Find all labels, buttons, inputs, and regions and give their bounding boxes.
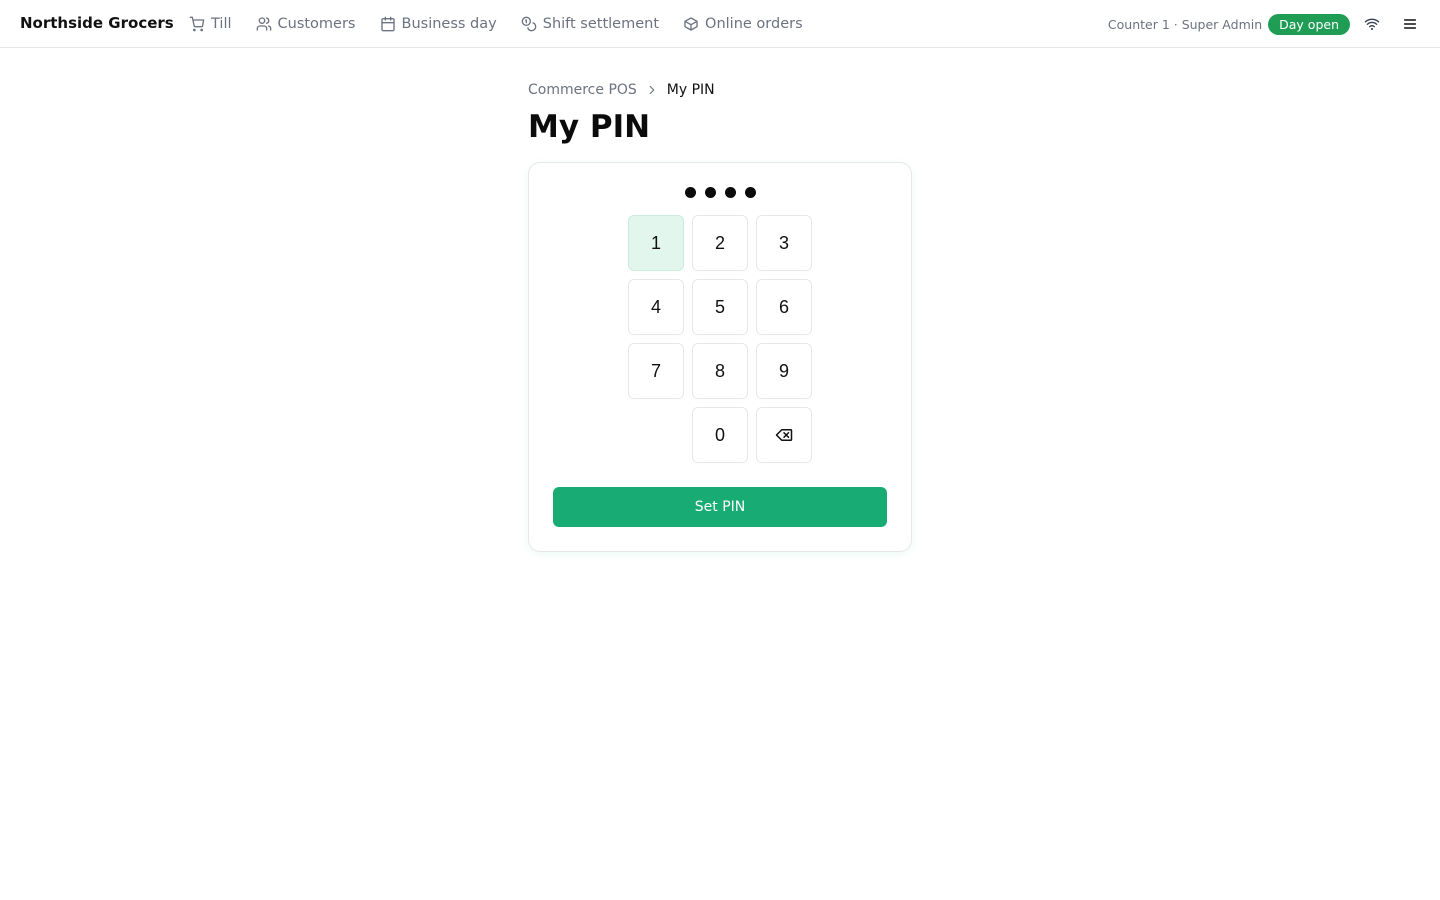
hamburger-menu-icon[interactable] — [1400, 14, 1420, 34]
pin-dot — [684, 187, 696, 198]
nav-label-till: Till — [211, 16, 232, 32]
main-content: Commerce POS My PIN My PIN 1 2 3 4 5 6 7… — [528, 80, 912, 552]
keypad-key[interactable]: 3 — [756, 215, 812, 271]
top-bar: Northside Grocers Till Customers Busines… — [0, 0, 1440, 48]
backspace-button[interactable] — [756, 407, 812, 463]
pin-card: 1 2 3 4 5 6 7 8 9 0 Set PIN — [528, 162, 912, 552]
set-pin-button[interactable]: Set PIN — [553, 487, 887, 527]
keypad-key[interactable]: 9 — [756, 343, 812, 399]
main-nav: Till Customers Business day Shift settle… — [189, 0, 827, 48]
keypad-key[interactable]: 8 — [692, 343, 748, 399]
status-badge: Day open — [1268, 13, 1350, 35]
coins-icon — [521, 16, 537, 32]
nav-label-shift-settlement: Shift settlement — [542, 16, 660, 32]
nav-label-business-day: Business day — [401, 16, 497, 32]
breadcrumb-current: My PIN — [666, 82, 715, 98]
nav-label-online-orders: Online orders — [705, 16, 803, 32]
nav-item-business-day[interactable]: Business day — [380, 16, 497, 32]
session-info: Counter 1 · Super Admin — [1107, 16, 1263, 32]
brand-name: Northside Grocers — [20, 14, 174, 32]
cart-icon — [189, 16, 205, 32]
nav-item-shift-settlement[interactable]: Shift settlement — [521, 16, 659, 32]
nav-label-customers: Customers — [277, 16, 356, 32]
nav-item-online-orders[interactable]: Online orders — [683, 16, 803, 32]
keypad-key[interactable]: 4 — [628, 279, 684, 335]
keypad-key[interactable]: 6 — [756, 279, 812, 335]
backspace-icon — [775, 429, 793, 441]
package-icon — [684, 17, 698, 31]
pin-dot — [704, 187, 716, 198]
header-right: Counter 1 · Super Admin Day open — [1108, 0, 1440, 48]
breadcrumb-root-link[interactable]: Commerce POS — [528, 82, 637, 98]
keypad-key[interactable]: 2 — [692, 215, 748, 271]
keypad-key[interactable]: 0 — [692, 407, 748, 463]
pin-keypad: 1 2 3 4 5 6 7 8 9 0 — [628, 215, 812, 463]
keypad-key[interactable]: 7 — [628, 343, 684, 399]
keypad-key[interactable]: 1 — [628, 215, 684, 271]
pin-dot — [724, 187, 736, 198]
calendar-icon — [380, 16, 395, 32]
chevron-right-icon — [649, 85, 655, 95]
wifi-icon[interactable] — [1362, 14, 1382, 34]
users-icon — [256, 17, 271, 31]
pin-dot — [744, 187, 756, 198]
keypad-key[interactable]: 5 — [692, 279, 748, 335]
page-title: My PIN — [528, 109, 651, 145]
pin-dots — [529, 187, 911, 198]
breadcrumb: Commerce POS My PIN — [528, 80, 912, 100]
nav-item-till[interactable]: Till — [189, 16, 232, 32]
nav-item-customers[interactable]: Customers — [256, 16, 356, 32]
